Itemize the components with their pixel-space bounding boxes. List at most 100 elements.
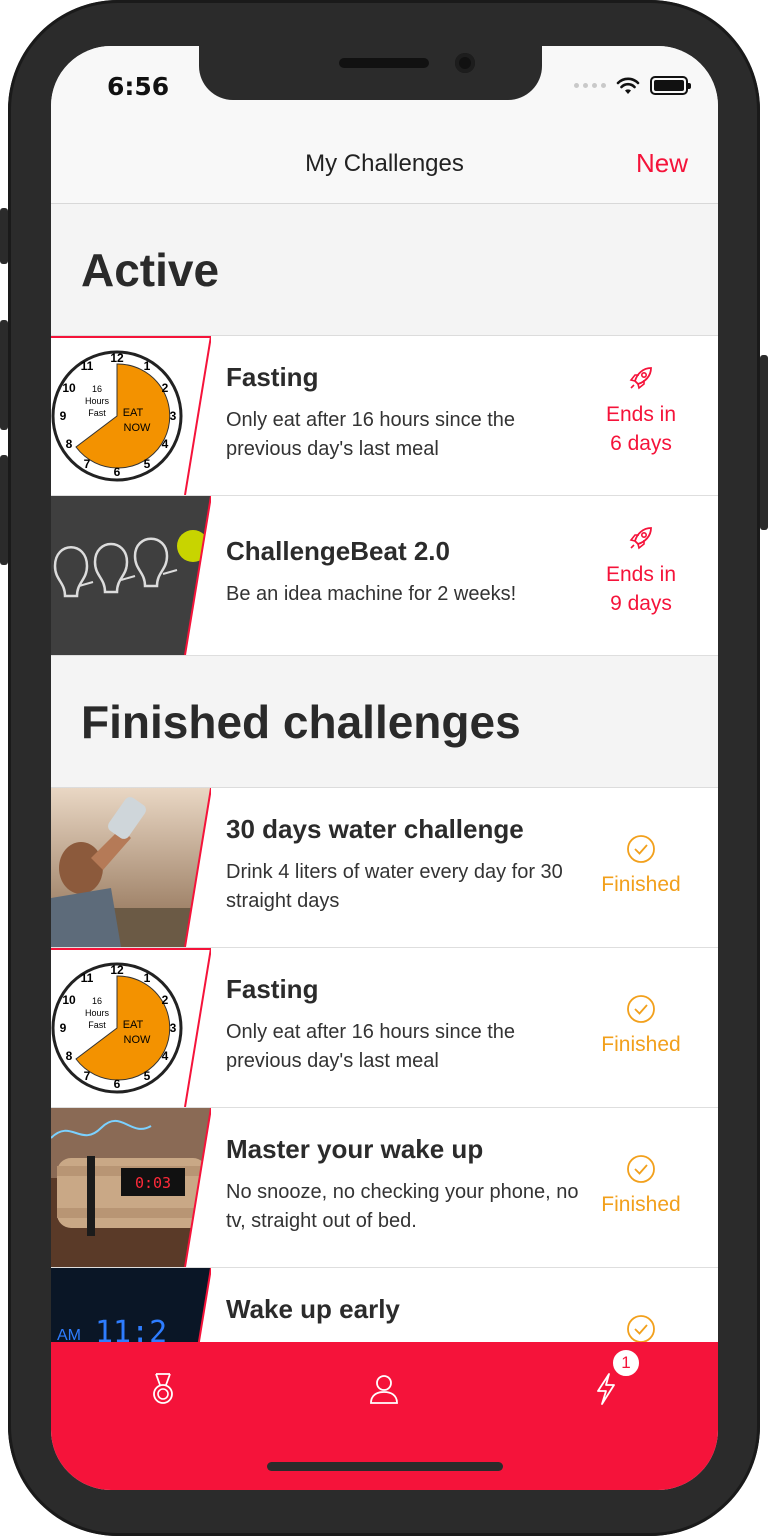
list-item[interactable]: 12 1 2 3 4 5 6 7 8 9 10 11 16 Hours Fast… [51,336,718,496]
svg-text:11: 11 [81,359,94,373]
challenge-status: Ends in 6 days [586,362,696,458]
svg-text:10: 10 [62,993,76,1007]
challenge-image: 12 1 2 3 4 5 6 7 8 9 10 11 16 Hours Fast… [51,336,211,495]
screen: 6:56 My Challenges New Active 12 1 2 3 4… [51,46,718,1490]
svg-text:16: 16 [92,996,102,1006]
tab-bar: 1 [51,1342,718,1490]
medal-icon [153,1373,173,1404]
svg-text:0:03: 0:03 [135,1174,171,1192]
challenge-status: Finished [586,994,696,1059]
volume-up-button [0,320,8,430]
section-header-active: Active [51,204,718,336]
battery-icon [650,76,691,95]
status-text: Finished [601,1033,681,1056]
signal-icon [574,83,606,88]
status-line: Ends in [605,563,677,586]
svg-text:5: 5 [144,457,151,471]
list-item[interactable]: 30 days water challenge Drink 4 liters o… [51,788,718,948]
svg-text:3: 3 [170,409,177,423]
challenge-title: Fasting [226,974,319,1004]
challenge-status: Finished [586,834,696,899]
challenge-status: Ends in 9 days [586,522,696,618]
challenge-image [51,788,211,947]
wifi-icon [616,77,640,94]
checkmark-circle-icon [627,1315,655,1343]
list-item[interactable]: 12 1 2 3 4 5 6 7 8 9 10 11 16 Hours Fast… [51,948,718,1108]
challenge-image: AM 11:2 [51,1268,211,1344]
tab-profile[interactable] [359,1364,409,1414]
checkmark-circle-icon [627,1155,655,1183]
svg-text:16: 16 [92,384,102,394]
list-item[interactable]: AM 11:2 Wake up early [51,1268,718,1344]
home-indicator[interactable] [267,1462,503,1471]
status-text: Finished [601,1193,681,1216]
status-line: Ends in [605,403,677,426]
svg-text:EAT: EAT [123,1019,144,1031]
svg-text:2: 2 [162,381,169,395]
speaker [339,58,429,68]
challenge-list[interactable]: Active 12 1 2 3 4 5 6 7 8 9 10 11 16 Hou… [51,204,718,1344]
svg-text:8: 8 [66,1049,73,1063]
challenge-title: Wake up early [226,1294,400,1324]
svg-text:6: 6 [114,1077,121,1091]
status-text: Finished [601,873,681,896]
rocket-icon [629,527,652,550]
status-line: 6 days [610,432,672,455]
challenge-title: Master your wake up [226,1134,484,1164]
svg-text:3: 3 [170,1021,177,1035]
svg-text:9: 9 [60,409,67,423]
challenge-title: ChallengeBeat 2.0 [226,536,450,566]
svg-text:7: 7 [84,457,91,471]
challenge-description: Be an idea machine for 2 weeks! [226,583,517,605]
svg-text:Fast: Fast [88,1020,106,1030]
section-title: Active [81,243,220,296]
power-button [760,355,768,530]
status-time: 6:56 [107,72,170,101]
checkmark-circle-icon [627,835,655,863]
svg-text:Hours: Hours [85,1008,110,1018]
svg-text:NOW: NOW [124,422,152,434]
svg-text:2: 2 [162,993,169,1007]
navigation-bar: My Challenges New [51,136,718,204]
list-item[interactable]: 0:03 Master your wake up No snooze, no c… [51,1108,718,1268]
challenge-description: Drink 4 liters of water every day for 30… [226,861,563,912]
status-line: 9 days [610,592,672,615]
svg-text:1: 1 [144,359,151,373]
section-title: Finished challenges [81,695,521,748]
person-icon [370,1375,398,1404]
challenge-image [51,496,211,655]
svg-text:4: 4 [162,1049,169,1063]
front-camera [455,53,475,73]
svg-text:8: 8 [66,437,73,451]
notch [199,46,542,100]
challenge-image: 12 1 2 3 4 5 6 7 8 9 10 11 16 Hours Fast… [51,948,211,1107]
svg-text:Fast: Fast [88,408,106,418]
challenge-description: Only eat after 16 hours since the previo… [226,409,516,460]
section-header-finished: Finished challenges [51,656,718,788]
svg-text:11:2: 11:2 [95,1315,167,1344]
tab-challenges[interactable] [138,1364,188,1414]
svg-text:12: 12 [110,963,124,977]
status-icons [574,76,691,95]
rocket-icon [629,367,652,390]
svg-text:10: 10 [62,381,76,395]
svg-text:Hours: Hours [85,396,110,406]
challenge-status: Finished [586,1154,696,1219]
svg-text:1: 1 [144,971,151,985]
new-challenge-button[interactable]: New [636,148,688,179]
page-title: My Challenges [305,150,464,177]
challenge-title: 30 days water challenge [226,814,524,844]
svg-text:11: 11 [81,971,94,985]
challenge-title: Fasting [226,362,319,392]
svg-text:NOW: NOW [124,1034,152,1046]
svg-text:5: 5 [144,1069,151,1083]
list-item[interactable]: ChallengeBeat 2.0 Be an idea machine for… [51,496,718,656]
svg-text:EAT: EAT [123,407,144,419]
checkmark-circle-icon [627,995,655,1023]
mute-switch [0,208,8,264]
challenge-status [586,1314,696,1344]
challenge-image: 0:03 [51,1108,211,1267]
svg-text:9: 9 [60,1021,67,1035]
svg-text:7: 7 [84,1069,91,1083]
volume-down-button [0,455,8,565]
